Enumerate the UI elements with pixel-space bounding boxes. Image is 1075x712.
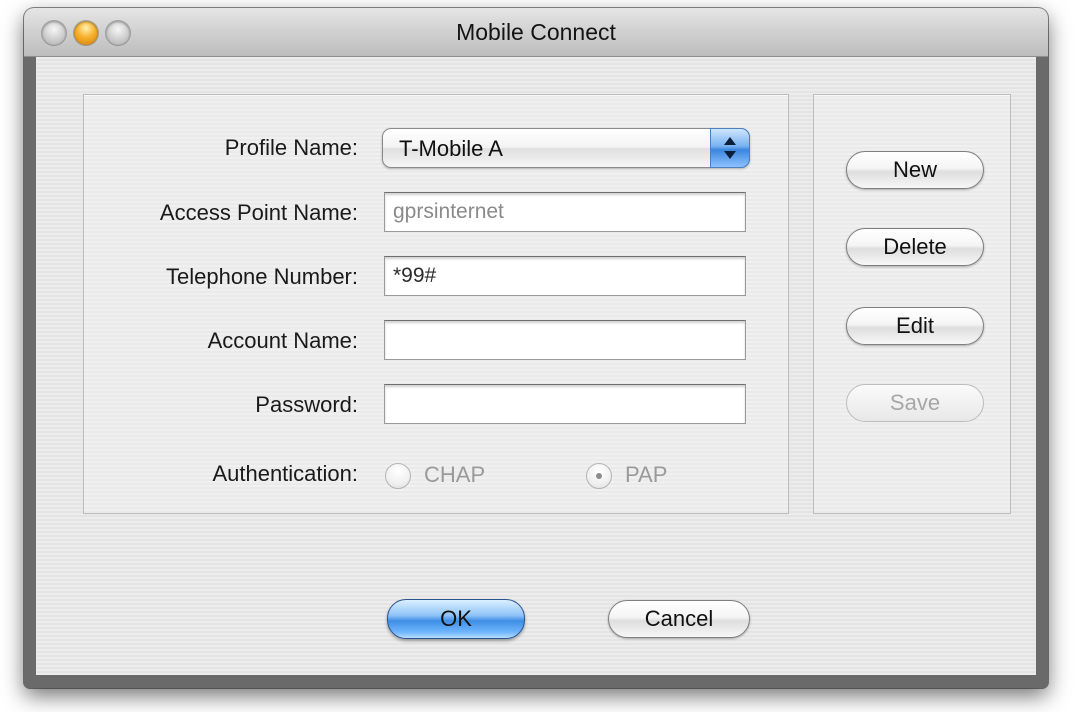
chap-radio-button[interactable]: [385, 463, 411, 489]
edit-button[interactable]: Edit: [846, 307, 984, 345]
telephone-number-label: Telephone Number:: [165, 264, 358, 289]
profile-name-label: Profile Name:: [224, 135, 358, 160]
mobile-connect-window: Mobile Connect Profile Name: T-Mobile A …: [24, 8, 1048, 688]
new-button[interactable]: New: [846, 151, 984, 189]
profile-name-popup[interactable]: T-Mobile A: [382, 128, 750, 168]
password-label: Password:: [255, 392, 358, 417]
radio-selected-dot: [596, 473, 602, 479]
telephone-number-field[interactable]: [384, 256, 746, 296]
chap-radio-label: CHAP: [424, 462, 486, 487]
access-point-name-field[interactable]: [384, 192, 746, 232]
pap-radio-button[interactable]: [586, 463, 612, 489]
account-name-field[interactable]: [384, 320, 746, 360]
window-title: Mobile Connect: [456, 19, 616, 45]
title-bar[interactable]: Mobile Connect: [24, 8, 1048, 57]
account-name-label: Account Name:: [207, 328, 358, 353]
authentication-label: Authentication:: [212, 461, 358, 486]
window-content: Profile Name: T-Mobile A Access Point Na…: [36, 57, 1036, 675]
pap-radio-label: PAP: [625, 462, 668, 487]
ok-button[interactable]: OK: [387, 599, 525, 639]
profile-name-value: T-Mobile A: [399, 136, 503, 161]
save-button[interactable]: Save: [846, 384, 984, 422]
cancel-button[interactable]: Cancel: [608, 600, 750, 638]
access-point-name-label: Access Point Name:: [159, 200, 358, 225]
password-field[interactable]: [384, 384, 746, 424]
profile-settings-group: Profile Name: T-Mobile A Access Point Na…: [83, 94, 789, 514]
chevron-up-down-icon[interactable]: [710, 128, 750, 168]
delete-button[interactable]: Delete: [846, 228, 984, 266]
profile-actions-group: New Delete Edit Save: [813, 94, 1011, 514]
